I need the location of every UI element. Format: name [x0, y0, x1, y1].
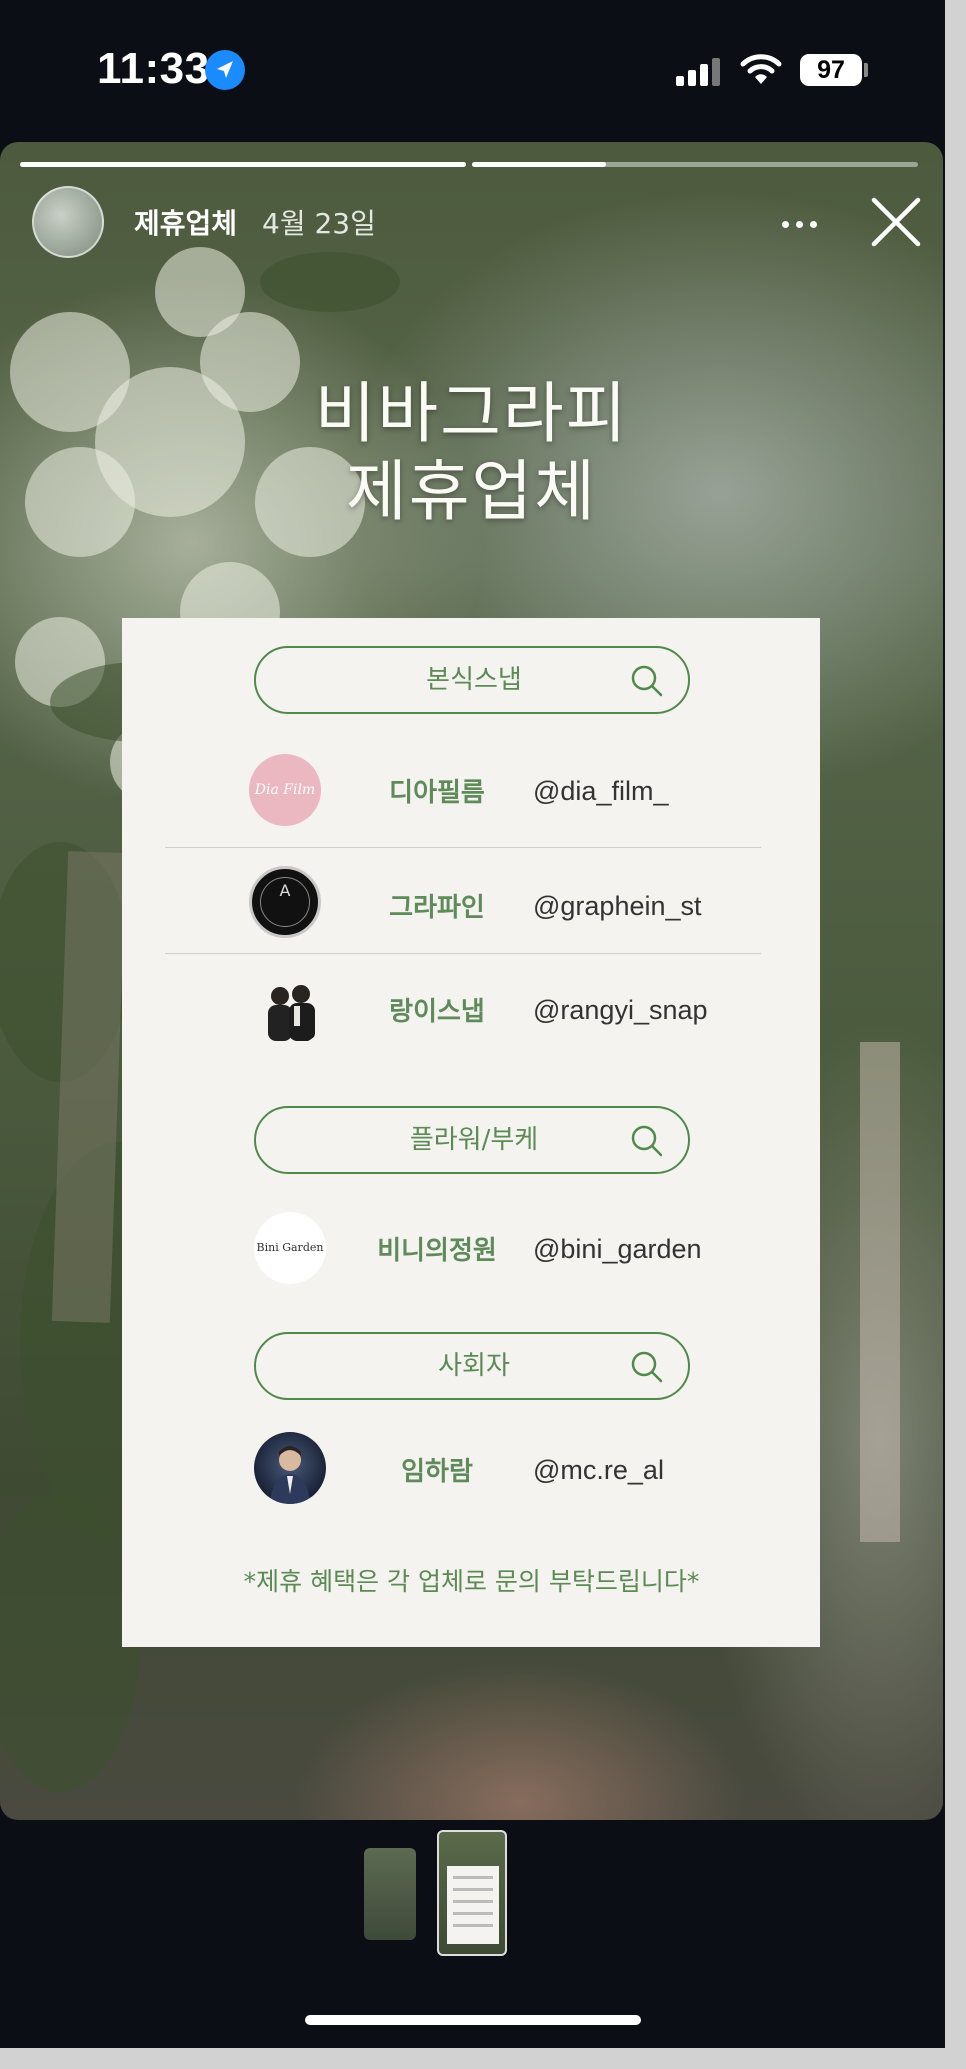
- signal-icon: [676, 58, 724, 86]
- story-thumbnail-1[interactable]: [364, 1848, 416, 1940]
- category-label: 본식스냅: [426, 665, 522, 695]
- location-arrow-icon: [205, 50, 245, 90]
- home-indicator[interactable]: [305, 2015, 641, 2025]
- category-label: 사회자: [438, 1351, 510, 1381]
- vendor-handle[interactable]: @graphein_st: [533, 891, 702, 922]
- more-icon[interactable]: [778, 204, 822, 244]
- story-thumbnail-2[interactable]: [437, 1830, 507, 1956]
- search-icon: [631, 1351, 663, 1383]
- vendor-handle[interactable]: @dia_film_: [533, 776, 668, 807]
- account-name[interactable]: 제휴업체: [134, 202, 237, 242]
- vendor-avatar-mc[interactable]: [254, 1432, 326, 1504]
- headline-line-2: 제휴업체: [346, 453, 597, 530]
- vendor-name: 디아필름: [389, 778, 485, 808]
- status-time: 11:33: [97, 44, 210, 93]
- wifi-icon: [740, 52, 782, 88]
- vendor-avatar-rangyi[interactable]: [254, 974, 326, 1046]
- vendor-avatar-bini-garden[interactable]: Bini Garden: [254, 1212, 326, 1284]
- vendor-avatar-dia-film[interactable]: Dia Film: [249, 754, 321, 826]
- category-search-mc[interactable]: 사회자: [254, 1332, 690, 1400]
- category-label: 플라워/부케: [409, 1125, 539, 1155]
- search-icon: [631, 1125, 663, 1157]
- battery-icon: 97: [800, 54, 862, 86]
- footnote: *제휴 혜택은 각 업체로 문의 부탁드립니다*: [243, 1567, 700, 1596]
- category-search-snap[interactable]: 본식스냅: [254, 646, 690, 714]
- vendor-handle[interactable]: @bini_garden: [533, 1234, 702, 1265]
- vendor-avatar-graphein[interactable]: A: [249, 866, 321, 938]
- search-icon: [631, 665, 663, 697]
- account-avatar[interactable]: [32, 186, 104, 258]
- vendor-name: 비니의정원: [377, 1236, 497, 1266]
- divider: [165, 847, 761, 848]
- progress-bar-2: [472, 162, 918, 167]
- progress-bar-1: [20, 162, 466, 167]
- post-date: 4월 23일: [262, 207, 376, 240]
- phone-screen: 11:33 97 제휴업체 4월 23일 비바그라피 제휴업체 본식스냅 Dia…: [0, 0, 945, 2048]
- vendor-name: 그라파인: [389, 893, 485, 923]
- battery-cap: [864, 63, 868, 77]
- vendor-handle[interactable]: @mc.re_al: [533, 1455, 664, 1486]
- divider: [165, 953, 761, 954]
- category-search-flower[interactable]: 플라워/부케: [254, 1106, 690, 1174]
- vendor-handle[interactable]: @rangyi_snap: [533, 995, 708, 1026]
- vendor-name: 임하람: [401, 1457, 473, 1487]
- close-icon[interactable]: [870, 196, 922, 248]
- vendor-name: 랑이스냅: [389, 997, 485, 1027]
